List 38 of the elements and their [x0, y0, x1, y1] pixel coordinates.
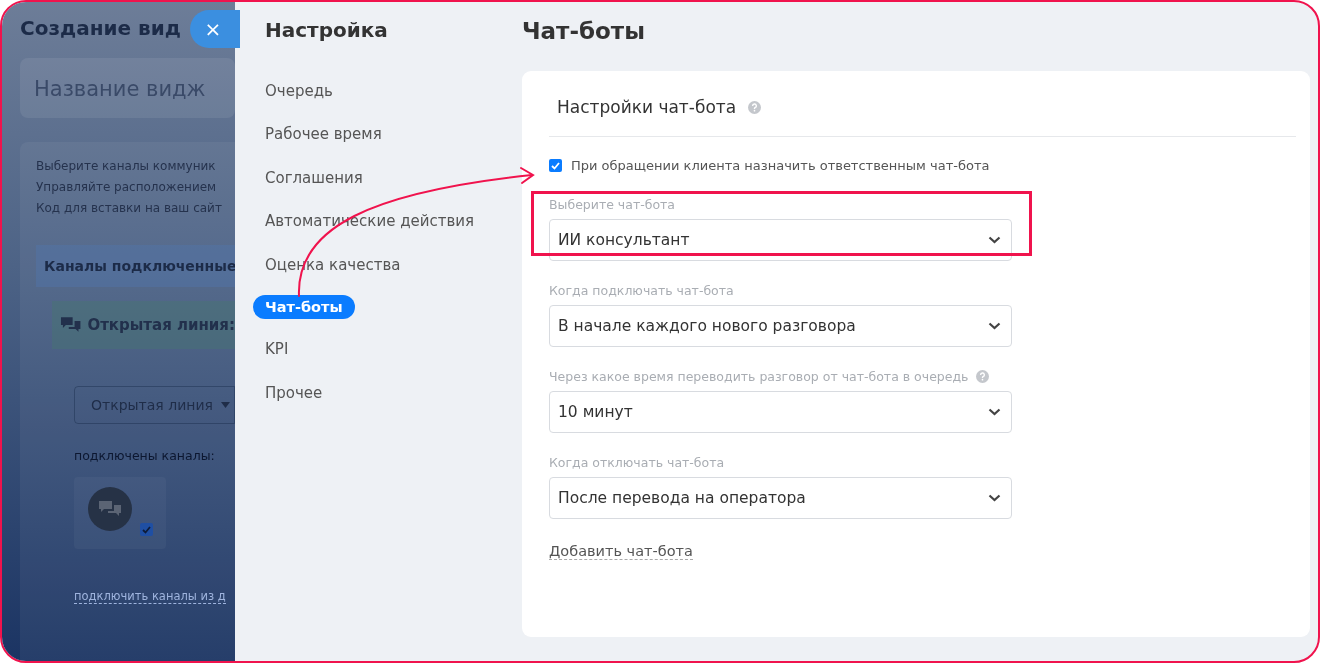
- description-text: Код для вставки на ваш сайт: [36, 200, 223, 217]
- description-text: Выберите каналы коммуник: [36, 158, 217, 175]
- select-field[interactable]: В начале каждого нового разговора: [549, 305, 1012, 347]
- section-header: Каналы подключенные: [36, 245, 235, 287]
- chevron-down-icon: [988, 236, 1001, 244]
- add-chatbot-link[interactable]: Добавить чат-бота: [549, 543, 693, 560]
- checkbox-label: При обращении клиента назначить ответственным чат-бота: [571, 158, 990, 173]
- chevron-down-icon: [988, 494, 1001, 502]
- field-label: Когда подключать чат-бота: [549, 283, 734, 298]
- field-label: Выберите чат-бота: [549, 197, 675, 212]
- sidebar-item[interactable]: Соглашения: [265, 164, 363, 191]
- page-title: Чат-боты: [522, 18, 646, 44]
- help-icon[interactable]: [748, 100, 762, 114]
- sidebar-item[interactable]: KPI: [265, 336, 289, 363]
- chevron-down-icon: [988, 408, 1001, 416]
- description-text: Управляйте расположением: [36, 179, 218, 196]
- sidebar-item[interactable]: Чат-боты: [253, 294, 355, 319]
- sidebar-item[interactable]: Очередь: [265, 78, 333, 104]
- sidebar-item[interactable]: Рабочее время: [265, 121, 382, 148]
- checkbox[interactable]: [549, 159, 562, 172]
- card-title: Настройки чат-бота: [557, 97, 737, 117]
- chat-bubbles-icon: [60, 316, 82, 334]
- chat-bubbles-icon: [88, 487, 132, 531]
- field-label: Когда отключать чат-бота: [549, 455, 725, 470]
- select-field[interactable]: ИИ консультант: [549, 219, 1012, 261]
- select-field[interactable]: 10 минут: [549, 391, 1012, 433]
- channel-checkbox[interactable]: [140, 523, 153, 536]
- field-label: Через какое время переводить разговор от чат-бота в очередь: [549, 369, 969, 384]
- help-icon[interactable]: [976, 370, 990, 383]
- caret-icon: [220, 402, 230, 408]
- page-title: Создание вид: [20, 16, 181, 40]
- connect-channels-link[interactable]: подключить каналы из д: [74, 589, 226, 604]
- open-line-title: Открытая линия:: [87, 316, 235, 334]
- settings-title: Настройка: [265, 18, 389, 42]
- connected-label: подключены каналы:: [74, 448, 216, 463]
- chevron-down-icon: [988, 322, 1001, 330]
- sidebar-item[interactable]: Прочее: [265, 379, 323, 406]
- select-field[interactable]: После перевода на оператора: [549, 477, 1012, 519]
